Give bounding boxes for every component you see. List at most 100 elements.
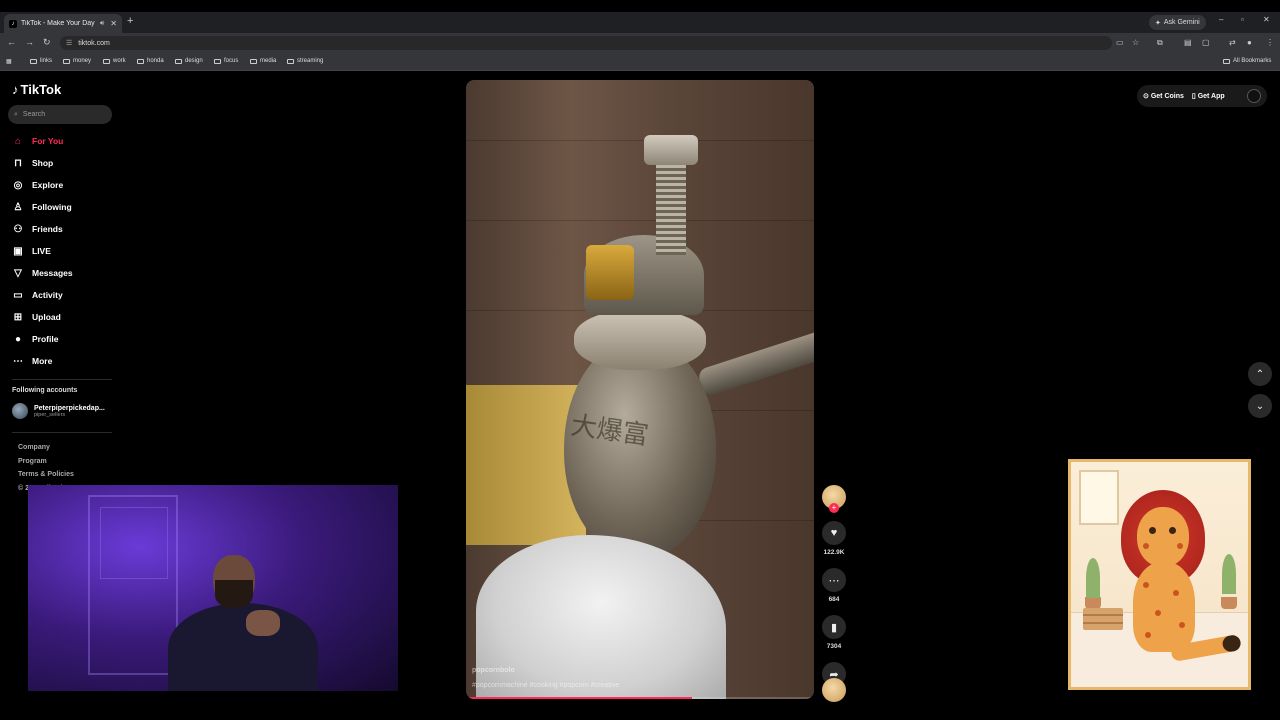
minimize-icon[interactable]: – bbox=[1219, 15, 1223, 24]
apps-grid-icon[interactable]: ▦ bbox=[6, 58, 12, 65]
sidebar-item-label: More bbox=[32, 356, 53, 366]
search-input[interactable]: ⌕ Search bbox=[8, 105, 112, 124]
footer-link-company[interactable]: Company bbox=[18, 441, 74, 455]
cast-icon[interactable]: ▭ bbox=[1116, 38, 1124, 47]
address-toolbar: ← → ↻ ☰ tiktok.com ▭ ☆ ⧉ ▤ ▢ ⇄ ● ⋮ bbox=[0, 33, 1280, 53]
bookmark-folder[interactable]: design bbox=[175, 58, 203, 64]
streamer-figure bbox=[168, 555, 318, 691]
sidebar-item-profile[interactable]: ● Profile bbox=[12, 328, 73, 350]
bookmark-folder[interactable]: links bbox=[30, 58, 52, 64]
footer-link-program[interactable]: Program bbox=[18, 455, 74, 469]
leopard-body bbox=[1133, 562, 1195, 652]
vessel-neck bbox=[574, 310, 706, 370]
folder-icon bbox=[250, 58, 257, 64]
video-hashtags[interactable]: #popcornmachine #cooking #popcorn #creat… bbox=[472, 678, 619, 693]
folder-icon bbox=[287, 58, 294, 64]
bookmark-folder[interactable]: honda bbox=[137, 58, 164, 64]
sidepanel-icon[interactable]: ▤ bbox=[1184, 38, 1192, 47]
illustration-window bbox=[1079, 470, 1119, 525]
browser-tab[interactable]: ♪ TikTok - Make Your Day 🔊︎ ✕ bbox=[4, 14, 122, 33]
bookmark-folder[interactable]: work bbox=[103, 58, 126, 64]
search-placeholder: Search bbox=[22, 111, 46, 118]
ask-gemini-button[interactable]: ✦ Ask Gemini bbox=[1149, 15, 1206, 30]
audio-playing-icon[interactable]: 🔊︎ bbox=[100, 20, 104, 28]
all-bookmarks-folder[interactable]: All Bookmarks bbox=[1223, 58, 1271, 64]
sidebar-item-upload[interactable]: ⊞ Upload bbox=[12, 306, 73, 328]
sidebar-item-messages[interactable]: ▽ Messages bbox=[12, 262, 73, 284]
comment-icon[interactable]: ⋯ bbox=[822, 568, 846, 592]
follow-plus-icon[interactable]: + bbox=[829, 503, 839, 513]
following-account-item[interactable]: Peterpiperpickedap... piper_sellers bbox=[12, 403, 105, 419]
menu-dots-icon[interactable]: ⋮ bbox=[1266, 38, 1274, 47]
machine-bolt bbox=[644, 135, 698, 165]
sidebar-item-shop[interactable]: ⊓ Shop bbox=[12, 152, 73, 174]
sidebar-item-activity[interactable]: ▭ Activity bbox=[12, 284, 73, 306]
music-disc-avatar[interactable] bbox=[822, 678, 846, 702]
user-avatar[interactable] bbox=[1247, 89, 1261, 103]
like-action[interactable]: ♥ 122.9K bbox=[822, 521, 846, 556]
sidebar-item-label: Friends bbox=[32, 224, 63, 234]
bookmark-star-icon[interactable]: ☆ bbox=[1132, 38, 1139, 47]
footer-link-terms[interactable]: Terms & Policies bbox=[18, 468, 74, 482]
sidebar-item-live[interactable]: ▣ LIVE bbox=[12, 240, 73, 262]
video-player[interactable]: 大爆富 popcornbolo #popcornmachine #cooking… bbox=[466, 80, 814, 699]
bookmark-label: streaming bbox=[297, 58, 324, 64]
tiktok-favicon-icon: ♪ bbox=[9, 19, 17, 28]
bookmark-folder[interactable]: money bbox=[63, 58, 91, 64]
bookmark-label: focus bbox=[224, 58, 239, 64]
devices-icon[interactable]: ▢ bbox=[1202, 38, 1210, 47]
video-progress-bar[interactable] bbox=[466, 697, 814, 699]
action-rail: + ♥ 122.9K ⋯ 684 ▮ 7304 ➦ 3415 bbox=[822, 485, 846, 697]
sidebar-item-explore[interactable]: ◎ Explore bbox=[12, 174, 73, 196]
sidebar-item-more[interactable]: ⋯ More bbox=[12, 350, 73, 372]
close-tab-icon[interactable]: ✕ bbox=[110, 19, 117, 28]
sidebar-item-label: Following bbox=[32, 202, 72, 212]
heart-icon[interactable]: ♥ bbox=[822, 521, 846, 545]
get-app-button[interactable]: ▯ Get App bbox=[1192, 92, 1225, 100]
comment-action[interactable]: ⋯ 684 bbox=[822, 568, 846, 603]
bookmark-label: honda bbox=[147, 58, 164, 64]
compass-icon: ◎ bbox=[13, 179, 23, 191]
live-icon: ▣ bbox=[13, 245, 23, 257]
forward-arrow-icon[interactable]: → bbox=[25, 37, 34, 47]
leopard-illustration-overlay bbox=[1068, 459, 1251, 690]
bookmark-label: work bbox=[113, 58, 126, 64]
maximize-icon[interactable]: ▫ bbox=[1241, 15, 1244, 24]
next-video-chevron-down-icon[interactable]: ⌄ bbox=[1248, 394, 1272, 418]
get-coins-button[interactable]: ⊙ Get Coins bbox=[1143, 92, 1184, 100]
divider bbox=[12, 379, 112, 380]
search-icon: ⌕ bbox=[14, 110, 18, 118]
bookmark-folder[interactable]: media bbox=[250, 58, 276, 64]
previous-video-chevron-up-icon[interactable]: ⌃ bbox=[1248, 362, 1272, 386]
save-action[interactable]: ▮ 7304 bbox=[822, 615, 846, 650]
bookmark-label: All Bookmarks bbox=[1233, 58, 1272, 64]
sidebar-item-following[interactable]: ♙ Following bbox=[12, 196, 73, 218]
gemini-icon: ✦ bbox=[1155, 19, 1161, 27]
translate-icon[interactable]: ⇄ bbox=[1229, 38, 1236, 47]
sidebar-item-label: Explore bbox=[32, 180, 64, 190]
new-tab-button[interactable]: + bbox=[127, 15, 133, 27]
url-field[interactable]: ☰ tiktok.com bbox=[60, 36, 1112, 50]
bookmark-folder[interactable]: streaming bbox=[287, 58, 323, 64]
coin-icon: ⊙ bbox=[1143, 93, 1149, 100]
video-username[interactable]: popcornbolo bbox=[472, 663, 619, 678]
plus-square-icon: ⊞ bbox=[13, 311, 23, 323]
bookmark-label: money bbox=[73, 58, 92, 64]
site-info-icon[interactable]: ☰ bbox=[66, 39, 72, 47]
sidebar-nav: ⌂ For You ⊓ Shop ◎ Explore ♙ Following ⚇ Frie… bbox=[12, 130, 73, 372]
divider bbox=[12, 432, 112, 433]
creator-avatar[interactable]: + bbox=[822, 485, 846, 513]
tiktok-logo[interactable]: ♪ TikTok bbox=[12, 82, 61, 97]
bookmark-icon[interactable]: ▮ bbox=[822, 615, 846, 639]
bookmark-folder[interactable]: focus bbox=[214, 58, 238, 64]
sidebar-item-label: Profile bbox=[32, 334, 59, 344]
webcam-overlay bbox=[28, 485, 398, 691]
sidebar-item-friends[interactable]: ⚇ Friends bbox=[12, 218, 73, 240]
sidebar-item-for-you[interactable]: ⌂ For You bbox=[12, 130, 73, 152]
tab-title: TikTok - Make Your Day bbox=[21, 20, 95, 27]
back-arrow-icon[interactable]: ← bbox=[7, 37, 16, 47]
extensions-icon[interactable]: ⧉ bbox=[1157, 38, 1163, 48]
reload-icon[interactable]: ↻ bbox=[43, 37, 51, 48]
profile-avatar-icon[interactable]: ● bbox=[1247, 38, 1252, 47]
close-window-icon[interactable]: ✕ bbox=[1263, 15, 1270, 24]
